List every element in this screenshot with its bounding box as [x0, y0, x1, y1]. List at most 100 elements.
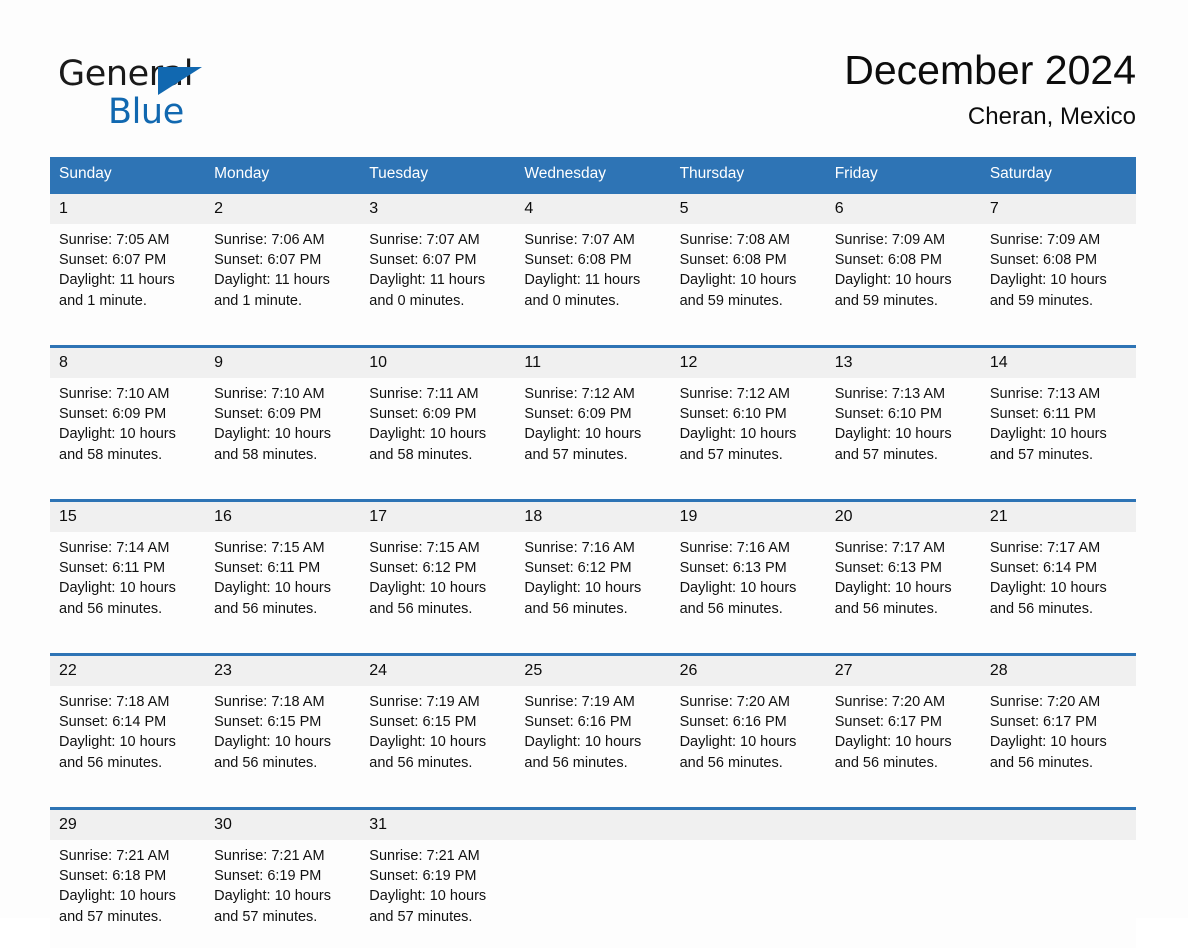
day-number[interactable]: 14 — [981, 347, 1136, 379]
day-cell[interactable]: Sunrise: 7:18 AM Sunset: 6:14 PM Dayligh… — [50, 686, 205, 794]
day-cell[interactable]: Sunrise: 7:09 AM Sunset: 6:08 PM Dayligh… — [981, 224, 1136, 332]
daylight-line-2: and 56 minutes. — [214, 599, 350, 619]
day-cell[interactable]: Sunrise: 7:10 AM Sunset: 6:09 PM Dayligh… — [205, 378, 360, 486]
day-number[interactable]: 28 — [981, 655, 1136, 687]
day-cell[interactable]: Sunrise: 7:09 AM Sunset: 6:08 PM Dayligh… — [826, 224, 981, 332]
day-cell[interactable]: Sunrise: 7:12 AM Sunset: 6:09 PM Dayligh… — [515, 378, 670, 486]
sunrise-text: Sunrise: 7:21 AM — [369, 846, 505, 866]
day-number-empty — [826, 809, 981, 841]
day-cell[interactable]: Sunrise: 7:14 AM Sunset: 6:11 PM Dayligh… — [50, 532, 205, 640]
daylight-line-1: Daylight: 10 hours — [680, 732, 816, 752]
day-number[interactable]: 20 — [826, 501, 981, 533]
day-cell[interactable]: Sunrise: 7:11 AM Sunset: 6:09 PM Dayligh… — [360, 378, 515, 486]
day-number[interactable]: 7 — [981, 193, 1136, 225]
sunrise-text: Sunrise: 7:13 AM — [835, 384, 971, 404]
daylight-line-1: Daylight: 10 hours — [369, 424, 505, 444]
sunset-text: Sunset: 6:16 PM — [680, 712, 816, 732]
day-number[interactable]: 25 — [515, 655, 670, 687]
day-number[interactable]: 29 — [50, 809, 205, 841]
day-number[interactable]: 21 — [981, 501, 1136, 533]
daylight-line-1: Daylight: 10 hours — [214, 732, 350, 752]
daylight-line-1: Daylight: 10 hours — [59, 424, 195, 444]
day-cell[interactable]: Sunrise: 7:13 AM Sunset: 6:10 PM Dayligh… — [826, 378, 981, 486]
day-number[interactable]: 17 — [360, 501, 515, 533]
day-number-empty — [515, 809, 670, 841]
day-cell[interactable]: Sunrise: 7:19 AM Sunset: 6:15 PM Dayligh… — [360, 686, 515, 794]
day-cell[interactable]: Sunrise: 7:20 AM Sunset: 6:17 PM Dayligh… — [981, 686, 1136, 794]
sunset-text: Sunset: 6:18 PM — [59, 866, 195, 886]
day-cell[interactable]: Sunrise: 7:12 AM Sunset: 6:10 PM Dayligh… — [671, 378, 826, 486]
day-cell[interactable]: Sunrise: 7:10 AM Sunset: 6:09 PM Dayligh… — [50, 378, 205, 486]
daylight-line-2: and 59 minutes. — [835, 291, 971, 311]
sunset-text: Sunset: 6:10 PM — [835, 404, 971, 424]
day-cell[interactable]: Sunrise: 7:16 AM Sunset: 6:13 PM Dayligh… — [671, 532, 826, 640]
week-2-details: Sunrise: 7:10 AM Sunset: 6:09 PM Dayligh… — [50, 378, 1136, 486]
day-number[interactable]: 1 — [50, 193, 205, 225]
day-cell[interactable]: Sunrise: 7:17 AM Sunset: 6:13 PM Dayligh… — [826, 532, 981, 640]
day-cell[interactable]: Sunrise: 7:21 AM Sunset: 6:19 PM Dayligh… — [360, 840, 515, 948]
generalblue-logo[interactable]: General Blue — [58, 52, 258, 134]
day-number[interactable]: 16 — [205, 501, 360, 533]
day-cell[interactable]: Sunrise: 7:08 AM Sunset: 6:08 PM Dayligh… — [671, 224, 826, 332]
week-separator — [50, 486, 1136, 501]
day-number[interactable]: 12 — [671, 347, 826, 379]
day-cell[interactable]: Sunrise: 7:15 AM Sunset: 6:12 PM Dayligh… — [360, 532, 515, 640]
page-title: December 2024 — [844, 44, 1136, 96]
day-number[interactable]: 27 — [826, 655, 981, 687]
sunset-text: Sunset: 6:16 PM — [524, 712, 660, 732]
day-cell[interactable]: Sunrise: 7:21 AM Sunset: 6:19 PM Dayligh… — [205, 840, 360, 948]
logo-text-blue: Blue — [108, 90, 184, 134]
day-number[interactable]: 4 — [515, 193, 670, 225]
daylight-line-2: and 0 minutes. — [369, 291, 505, 311]
sunset-text: Sunset: 6:07 PM — [369, 250, 505, 270]
day-number[interactable]: 9 — [205, 347, 360, 379]
daylight-text: Daylight: 11 hours and 1 minute. — [214, 270, 350, 310]
day-cell[interactable]: Sunrise: 7:15 AM Sunset: 6:11 PM Dayligh… — [205, 532, 360, 640]
week-3-details: Sunrise: 7:14 AM Sunset: 6:11 PM Dayligh… — [50, 532, 1136, 640]
daylight-line-1: Daylight: 10 hours — [214, 424, 350, 444]
day-cell[interactable]: Sunrise: 7:16 AM Sunset: 6:12 PM Dayligh… — [515, 532, 670, 640]
day-cell[interactable]: Sunrise: 7:20 AM Sunset: 6:16 PM Dayligh… — [671, 686, 826, 794]
day-number[interactable]: 19 — [671, 501, 826, 533]
day-number[interactable]: 23 — [205, 655, 360, 687]
day-number[interactable]: 2 — [205, 193, 360, 225]
day-number[interactable]: 24 — [360, 655, 515, 687]
daylight-line-1: Daylight: 11 hours — [369, 270, 505, 290]
day-number[interactable]: 6 — [826, 193, 981, 225]
daylight-text: Daylight: 10 hours and 57 minutes. — [59, 886, 195, 926]
day-cell[interactable]: Sunrise: 7:18 AM Sunset: 6:15 PM Dayligh… — [205, 686, 360, 794]
daylight-text: Daylight: 10 hours and 57 minutes. — [990, 424, 1126, 464]
location-subtitle: Cheran, Mexico — [844, 102, 1136, 132]
day-number[interactable]: 11 — [515, 347, 670, 379]
sunset-text: Sunset: 6:15 PM — [369, 712, 505, 732]
day-number[interactable]: 15 — [50, 501, 205, 533]
daylight-line-2: and 56 minutes. — [59, 599, 195, 619]
calendar-header-row: Sunday Monday Tuesday Wednesday Thursday… — [50, 157, 1136, 193]
day-number[interactable]: 22 — [50, 655, 205, 687]
daylight-text: Daylight: 10 hours and 58 minutes. — [214, 424, 350, 464]
day-cell[interactable]: Sunrise: 7:19 AM Sunset: 6:16 PM Dayligh… — [515, 686, 670, 794]
daylight-text: Daylight: 10 hours and 57 minutes. — [680, 424, 816, 464]
day-cell[interactable]: Sunrise: 7:20 AM Sunset: 6:17 PM Dayligh… — [826, 686, 981, 794]
day-number[interactable]: 26 — [671, 655, 826, 687]
day-cell[interactable]: Sunrise: 7:05 AM Sunset: 6:07 PM Dayligh… — [50, 224, 205, 332]
day-number[interactable]: 3 — [360, 193, 515, 225]
sunrise-text: Sunrise: 7:15 AM — [369, 538, 505, 558]
day-number[interactable]: 10 — [360, 347, 515, 379]
day-cell[interactable]: Sunrise: 7:13 AM Sunset: 6:11 PM Dayligh… — [981, 378, 1136, 486]
day-number[interactable]: 8 — [50, 347, 205, 379]
daylight-line-1: Daylight: 10 hours — [680, 578, 816, 598]
day-cell[interactable]: Sunrise: 7:21 AM Sunset: 6:18 PM Dayligh… — [50, 840, 205, 948]
day-number[interactable]: 18 — [515, 501, 670, 533]
daylight-line-1: Daylight: 10 hours — [369, 732, 505, 752]
day-number[interactable]: 30 — [205, 809, 360, 841]
day-cell[interactable]: Sunrise: 7:07 AM Sunset: 6:08 PM Dayligh… — [515, 224, 670, 332]
day-number[interactable]: 13 — [826, 347, 981, 379]
weekday-header-monday: Monday — [205, 157, 360, 193]
day-cell[interactable]: Sunrise: 7:06 AM Sunset: 6:07 PM Dayligh… — [205, 224, 360, 332]
day-cell[interactable]: Sunrise: 7:17 AM Sunset: 6:14 PM Dayligh… — [981, 532, 1136, 640]
day-number[interactable]: 5 — [671, 193, 826, 225]
day-number[interactable]: 31 — [360, 809, 515, 841]
day-cell[interactable]: Sunrise: 7:07 AM Sunset: 6:07 PM Dayligh… — [360, 224, 515, 332]
day-cell-empty — [826, 840, 981, 948]
